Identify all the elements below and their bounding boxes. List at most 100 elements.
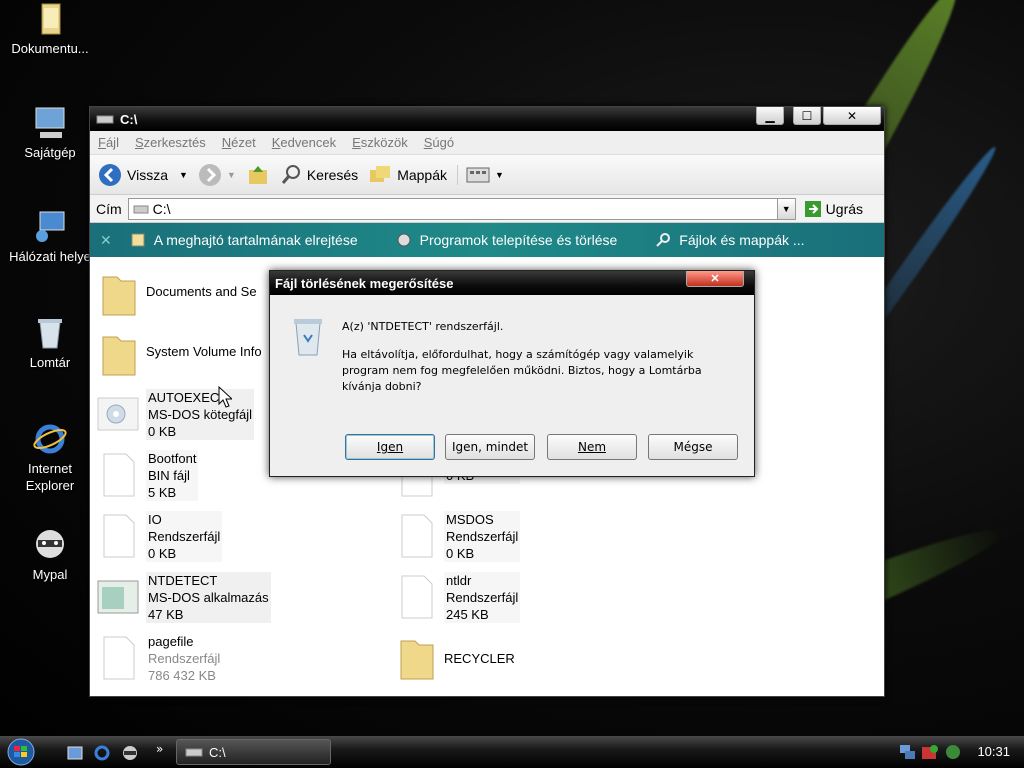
drive-icon: [96, 115, 114, 124]
list-item[interactable]: ntldr Rendszerfájl 245 KB: [393, 572, 521, 623]
item-name: System Volume Info: [146, 344, 262, 359]
folders-button[interactable]: Mappák: [368, 164, 447, 186]
task-add-remove-programs[interactable]: Programok telepítése és törlése: [396, 232, 617, 248]
taskbar: » C:\ 10:31: [0, 736, 1024, 768]
close-task-icon[interactable]: ✕: [100, 232, 112, 249]
yes-to-all-label: Igen, mindet: [451, 440, 529, 454]
search-button[interactable]: Keresés: [280, 164, 358, 186]
start-button[interactable]: [0, 736, 42, 768]
chevron-down-icon[interactable]: ▼: [227, 170, 236, 180]
hide-icon: [131, 233, 145, 247]
address-bar: Cím C:\ ▼ Ugrás: [90, 195, 884, 223]
quicklaunch-internet-explorer-icon[interactable]: [93, 744, 111, 762]
tray-security-icon[interactable]: [920, 743, 940, 761]
yes-to-all-button[interactable]: Igen, mindet: [445, 434, 535, 460]
minimize-button[interactable]: ▁: [756, 107, 784, 125]
views-button[interactable]: ▼: [457, 164, 504, 185]
close-button[interactable]: ✕: [823, 107, 881, 125]
back-label: Vissza: [127, 166, 168, 183]
item-name: MSDOS: [446, 512, 494, 527]
list-item[interactable]: MSDOS Rendszerfájl 0 KB: [393, 511, 521, 562]
mypal-raccoon-icon: [36, 530, 64, 558]
no-button[interactable]: Nem: [547, 434, 637, 460]
item-size: 47 KB: [148, 607, 184, 622]
list-item[interactable]: RECYCLER: [393, 633, 515, 683]
item-type: Rendszerfájl: [148, 651, 221, 666]
item-name: Bootfont: [148, 451, 197, 466]
search-icon: [656, 233, 671, 247]
internet-explorer-icon: [33, 424, 67, 454]
dialog-message-line: program nem fog megfelelően működni. Biz…: [342, 364, 702, 377]
clock[interactable]: 10:31: [977, 744, 1010, 759]
taskbar-button-explorer[interactable]: C:\: [176, 739, 331, 765]
item-size: 786 432 KB: [148, 668, 216, 683]
views-icon: [466, 167, 490, 182]
yes-button[interactable]: Igen: [345, 434, 435, 460]
quicklaunch-desktop-icon[interactable]: [66, 744, 84, 762]
list-item[interactable]: pagefile Rendszerfájl 786 432 KB: [95, 633, 223, 684]
quicklaunch-mypal-icon[interactable]: [121, 744, 139, 762]
desktop-icon-network[interactable]: Hálózati helye: [4, 210, 96, 265]
folder-icon: [102, 276, 136, 316]
window-title: C:\: [120, 111, 138, 127]
batch-file-gear-icon: [97, 397, 139, 431]
desktop-icon-my-computer[interactable]: Sajátgép: [4, 106, 96, 161]
list-item[interactable]: IO Rendszerfájl 0 KB: [95, 511, 223, 562]
folders-label: Mappák: [397, 166, 447, 183]
task-hide-contents[interactable]: A meghajtó tartalmának elrejtése: [130, 232, 358, 248]
list-item[interactable]: System Volume Info: [95, 329, 262, 379]
folders-icon: [370, 165, 391, 182]
tray-network-icon[interactable]: [898, 743, 916, 761]
cancel-button[interactable]: Mégse: [648, 434, 738, 460]
generic-file-icon: [103, 453, 135, 497]
task-bar: ✕ A meghajtó tartalmának elrejtése Progr…: [90, 223, 884, 257]
go-label: Ugrás: [825, 200, 864, 217]
up-folder-icon: [248, 165, 267, 184]
item-name: AUTOEXEC: [148, 390, 220, 405]
menu-edit[interactable]: Szerkesztés: [135, 135, 206, 150]
go-button[interactable]: Ugrás: [804, 200, 863, 218]
network-icon: [36, 211, 65, 242]
desktop-icon-internet-explorer[interactable]: Internet Explorer: [4, 422, 96, 494]
tray-update-icon[interactable]: [944, 743, 962, 761]
desktop-icon-label: Internet: [27, 461, 73, 476]
generic-file-icon: [401, 514, 433, 558]
address-dropdown-button[interactable]: ▼: [776, 198, 795, 219]
dialog-close-button[interactable]: ✕: [686, 271, 744, 287]
list-item[interactable]: NTDETECT MS-DOS alkalmazás 47 KB: [95, 572, 271, 623]
folder-icon: [41, 3, 61, 35]
desktop-icon-documents[interactable]: Dokumentu...: [4, 2, 96, 57]
desktop-icon-mypal[interactable]: Mypal: [4, 526, 96, 583]
menu-view[interactable]: Nézet: [222, 135, 256, 150]
dialog-message: A(z) 'NTDETECT' rendszerfájl. Ha eltávol…: [342, 319, 742, 395]
back-arrow-icon: [99, 163, 121, 186]
menu-file[interactable]: Fájl: [98, 135, 119, 150]
chevron-down-icon: ▼: [781, 203, 791, 214]
maximize-button[interactable]: ☐: [793, 107, 821, 125]
item-name: ntldr: [446, 573, 472, 588]
forward-button[interactable]: ▼: [198, 163, 236, 187]
menu-help[interactable]: Súgó: [424, 135, 454, 150]
back-button[interactable]: Vissza ▼: [98, 163, 188, 187]
item-type: BIN fájl: [148, 468, 190, 483]
list-item[interactable]: Documents and Se: [95, 269, 257, 319]
no-label: Nem: [577, 440, 607, 454]
folder-icon: [102, 336, 136, 376]
chevron-down-icon[interactable]: ▼: [179, 170, 188, 180]
menu-favorites[interactable]: Kedvencek: [272, 135, 336, 150]
search-icon: [281, 164, 300, 184]
list-item[interactable]: Bootfont BIN fájl 5 KB: [95, 450, 199, 501]
menu-tools[interactable]: Eszközök: [352, 135, 408, 150]
dialog-titlebar[interactable]: Fájl törlésének megerősítése ✕: [270, 271, 754, 295]
desktop-icon-recycle-bin[interactable]: Lomtár: [4, 316, 96, 371]
cancel-label: Mégse: [673, 440, 713, 454]
quicklaunch-more-icon[interactable]: »: [156, 742, 163, 756]
item-type: Rendszerfájl: [148, 529, 221, 544]
maximize-icon: ☐: [801, 108, 813, 123]
task-label: A meghajtó tartalmának elrejtése: [153, 232, 358, 248]
address-input[interactable]: C:\ ▼: [127, 197, 796, 220]
generic-file-icon: [103, 636, 135, 680]
up-folder-button[interactable]: [246, 163, 270, 187]
task-search-files[interactable]: Fájlok és mappák ...: [655, 232, 805, 248]
folder-icon: [400, 640, 434, 680]
